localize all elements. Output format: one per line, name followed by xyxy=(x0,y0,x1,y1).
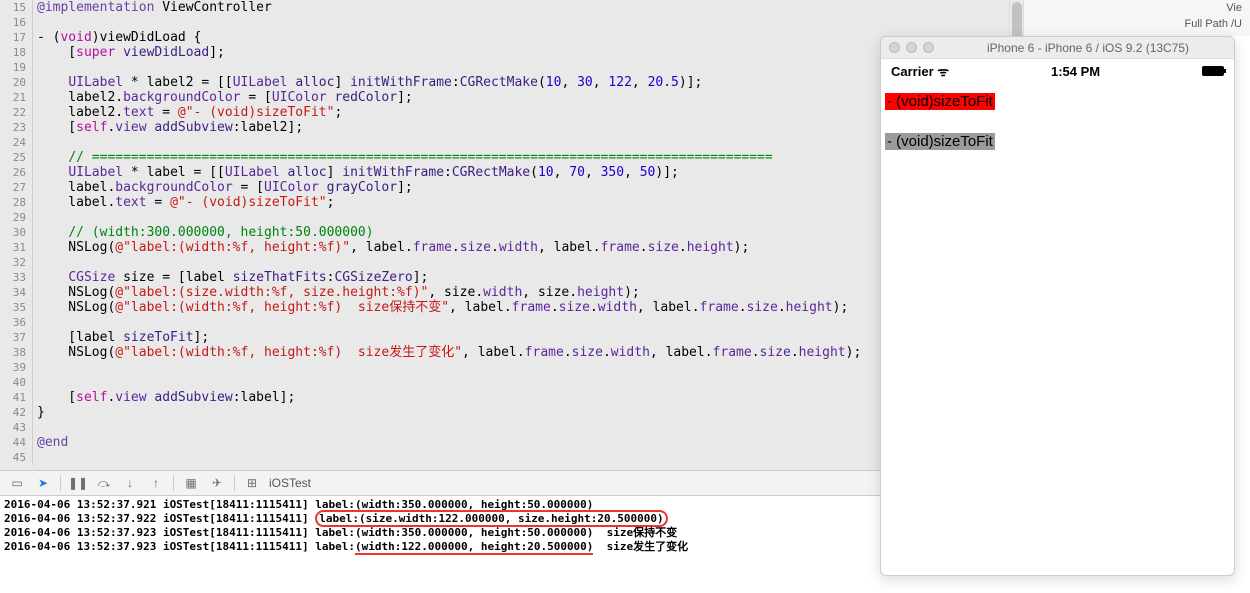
line-number: 35 xyxy=(0,300,32,315)
hide-debug-icon[interactable]: ▭ xyxy=(8,474,26,492)
line-number: 36 xyxy=(0,315,32,330)
line-number: 34 xyxy=(0,285,32,300)
code-line[interactable]: label2.backgroundColor = [UIColor redCol… xyxy=(33,90,1023,105)
pause-icon[interactable]: ❚❚ xyxy=(69,474,87,492)
code-line[interactable]: // (width:300.000000, height:50.000000) xyxy=(33,225,1023,240)
simulator-screen[interactable]: - (void)sizeToFit - (void)sizeToFit xyxy=(881,83,1234,575)
red-label: - (void)sizeToFit xyxy=(885,93,995,110)
line-number: 32 xyxy=(0,255,32,270)
line-number: 18 xyxy=(0,45,32,60)
line-number-gutter: 1516171819202122232425262728293031323334… xyxy=(0,0,32,465)
line-number: 15 xyxy=(0,0,32,15)
console-line: 2016-04-06 13:52:37.922 iOSTest[18411:11… xyxy=(4,512,1019,526)
line-number: 24 xyxy=(0,135,32,150)
line-number: 22 xyxy=(0,105,32,120)
step-over-icon[interactable]: ⤼ xyxy=(95,474,113,492)
line-number: 41 xyxy=(0,390,32,405)
code-line[interactable]: @end xyxy=(33,435,1023,450)
debug-target-label[interactable]: iOSTest xyxy=(269,476,311,490)
line-number: 20 xyxy=(0,75,32,90)
code-line[interactable]: [self.view addSubview:label2]; xyxy=(33,120,1023,135)
step-out-icon[interactable]: ↑ xyxy=(147,474,165,492)
code-line[interactable]: NSLog(@"label:(width:%f, height:%f) size… xyxy=(33,300,1023,315)
line-number: 29 xyxy=(0,210,32,225)
code-line[interactable]: NSLog(@"label:(size.width:%f, size.heigh… xyxy=(33,285,1023,300)
ios-simulator-window[interactable]: iPhone 6 - iPhone 6 / iOS 9.2 (13C75) Ca… xyxy=(880,36,1235,576)
breakpoints-icon[interactable]: ➤ xyxy=(34,474,52,492)
line-number: 19 xyxy=(0,60,32,75)
simulator-title: iPhone 6 - iPhone 6 / iOS 9.2 (13C75) xyxy=(942,41,1234,55)
line-number: 44 xyxy=(0,435,32,450)
traffic-light-close-icon[interactable] xyxy=(889,42,900,53)
gray-label: - (void)sizeToFit xyxy=(885,133,995,150)
line-number: 42 xyxy=(0,405,32,420)
code-line[interactable]: [super viewDidLoad]; xyxy=(33,45,1023,60)
view-debug-icon[interactable]: ▦ xyxy=(182,474,200,492)
line-number: 40 xyxy=(0,375,32,390)
line-number: 38 xyxy=(0,345,32,360)
code-line[interactable]: UILabel * label = [[UILabel alloc] initW… xyxy=(33,165,1023,180)
console-line: 2016-04-06 13:52:37.923 iOSTest[18411:11… xyxy=(4,526,1019,540)
line-number: 30 xyxy=(0,225,32,240)
inspector-path: Full Path /U xyxy=(1024,16,1250,32)
code-line[interactable]: label.backgroundColor = [UIColor grayCol… xyxy=(33,180,1023,195)
code-line[interactable]: label2.text = @"- (void)sizeToFit"; xyxy=(33,105,1023,120)
code-line[interactable]: - (void)viewDidLoad { xyxy=(33,30,1023,45)
code-line[interactable]: UILabel * label2 = [[UILabel alloc] init… xyxy=(33,75,1023,90)
code-line[interactable]: } xyxy=(33,405,1023,420)
line-number: 17 xyxy=(0,30,32,45)
line-number: 27 xyxy=(0,180,32,195)
code-line[interactable]: [self.view addSubview:label]; xyxy=(33,390,1023,405)
carrier-label: Carrier ᯤ xyxy=(891,62,949,80)
code-line[interactable]: NSLog(@"label:(width:%f, height:%f)", la… xyxy=(33,240,1023,255)
console-output[interactable]: 2016-04-06 13:52:37.921 iOSTest[18411:11… xyxy=(0,496,1023,593)
traffic-light-zoom-icon[interactable] xyxy=(923,42,934,53)
debug-toolbar: ▭ ➤ ❚❚ ⤼ ↓ ↑ ▦ ✈ ⊞ iOSTest xyxy=(0,470,1023,496)
code-line[interactable]: label.text = @"- (void)sizeToFit"; xyxy=(33,195,1023,210)
status-time: 1:54 PM xyxy=(1051,64,1100,79)
console-line: 2016-04-06 13:52:37.923 iOSTest[18411:11… xyxy=(4,540,1019,554)
battery-icon xyxy=(1202,66,1224,76)
line-number: 33 xyxy=(0,270,32,285)
line-number: 39 xyxy=(0,360,32,375)
traffic-light-minimize-icon[interactable] xyxy=(906,42,917,53)
simulator-titlebar[interactable]: iPhone 6 - iPhone 6 / iOS 9.2 (13C75) xyxy=(881,37,1234,59)
line-number: 25 xyxy=(0,150,32,165)
line-number: 26 xyxy=(0,165,32,180)
right-inspector-panel: Vie Full Path /U xyxy=(1023,0,1250,36)
line-number: 16 xyxy=(0,15,32,30)
line-number: 21 xyxy=(0,90,32,105)
line-number: 28 xyxy=(0,195,32,210)
inspector-text: Vie xyxy=(1024,0,1250,16)
line-number: 37 xyxy=(0,330,32,345)
line-number: 45 xyxy=(0,450,32,465)
line-number: 43 xyxy=(0,420,32,435)
line-number: 23 xyxy=(0,120,32,135)
location-icon[interactable]: ✈ xyxy=(208,474,226,492)
code-area[interactable]: @implementation ViewController - (void)vi… xyxy=(32,0,1023,465)
code-line[interactable]: CGSize size = [label sizeThatFits:CGSize… xyxy=(33,270,1023,285)
code-line[interactable]: [label sizeToFit]; xyxy=(33,330,1023,345)
code-editor[interactable]: 1516171819202122232425262728293031323334… xyxy=(0,0,1023,470)
step-into-icon[interactable]: ↓ xyxy=(121,474,139,492)
code-line[interactable]: // =====================================… xyxy=(33,150,1023,165)
ios-status-bar: Carrier ᯤ 1:54 PM xyxy=(881,59,1234,83)
code-line[interactable]: @implementation ViewController xyxy=(33,0,1023,15)
line-number: 31 xyxy=(0,240,32,255)
code-line[interactable]: NSLog(@"label:(width:%f, height:%f) size… xyxy=(33,345,1023,360)
process-icon[interactable]: ⊞ xyxy=(243,474,261,492)
